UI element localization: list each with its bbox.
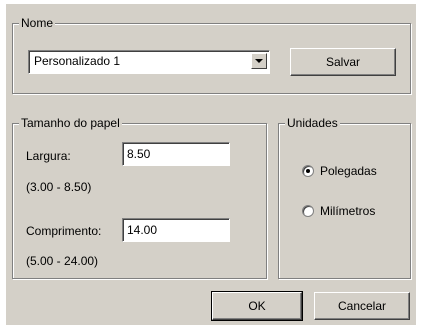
width-label: Largura: xyxy=(26,149,71,163)
radio-polegadas-label: Polegadas xyxy=(320,164,377,178)
dialog: Nome Personalizado 1 Salvar Tamanho do p… xyxy=(6,4,416,325)
radio-milimetros[interactable]: Milímetros xyxy=(302,204,406,220)
width-range-text: (3.00 - 8.50) xyxy=(26,180,92,194)
length-field[interactable] xyxy=(122,218,230,242)
radio-selected-dot xyxy=(306,169,310,173)
chevron-down-icon[interactable] xyxy=(251,53,267,69)
length-label: Comprimento: xyxy=(26,224,102,238)
units-legend: Unidades xyxy=(285,116,340,130)
width-field[interactable] xyxy=(122,142,230,166)
units-group: Unidades xyxy=(278,116,411,279)
cancel-button[interactable]: Cancelar xyxy=(314,292,410,320)
nome-combobox[interactable]: Personalizado 1 xyxy=(28,50,270,74)
radio-milimetros-circle[interactable] xyxy=(302,205,314,217)
save-button[interactable]: Salvar xyxy=(290,48,396,76)
radio-polegadas-circle[interactable] xyxy=(302,165,314,177)
length-range-text: (5.00 - 24.00) xyxy=(26,254,99,268)
nome-legend: Nome xyxy=(19,16,56,30)
ok-button[interactable]: OK xyxy=(211,291,303,321)
paper-size-legend: Tamanho do papel xyxy=(19,116,122,130)
radio-milimetros-label: Milímetros xyxy=(320,204,376,218)
nome-selected-value: Personalizado 1 xyxy=(34,54,121,68)
radio-polegadas[interactable]: Polegadas xyxy=(302,164,406,180)
